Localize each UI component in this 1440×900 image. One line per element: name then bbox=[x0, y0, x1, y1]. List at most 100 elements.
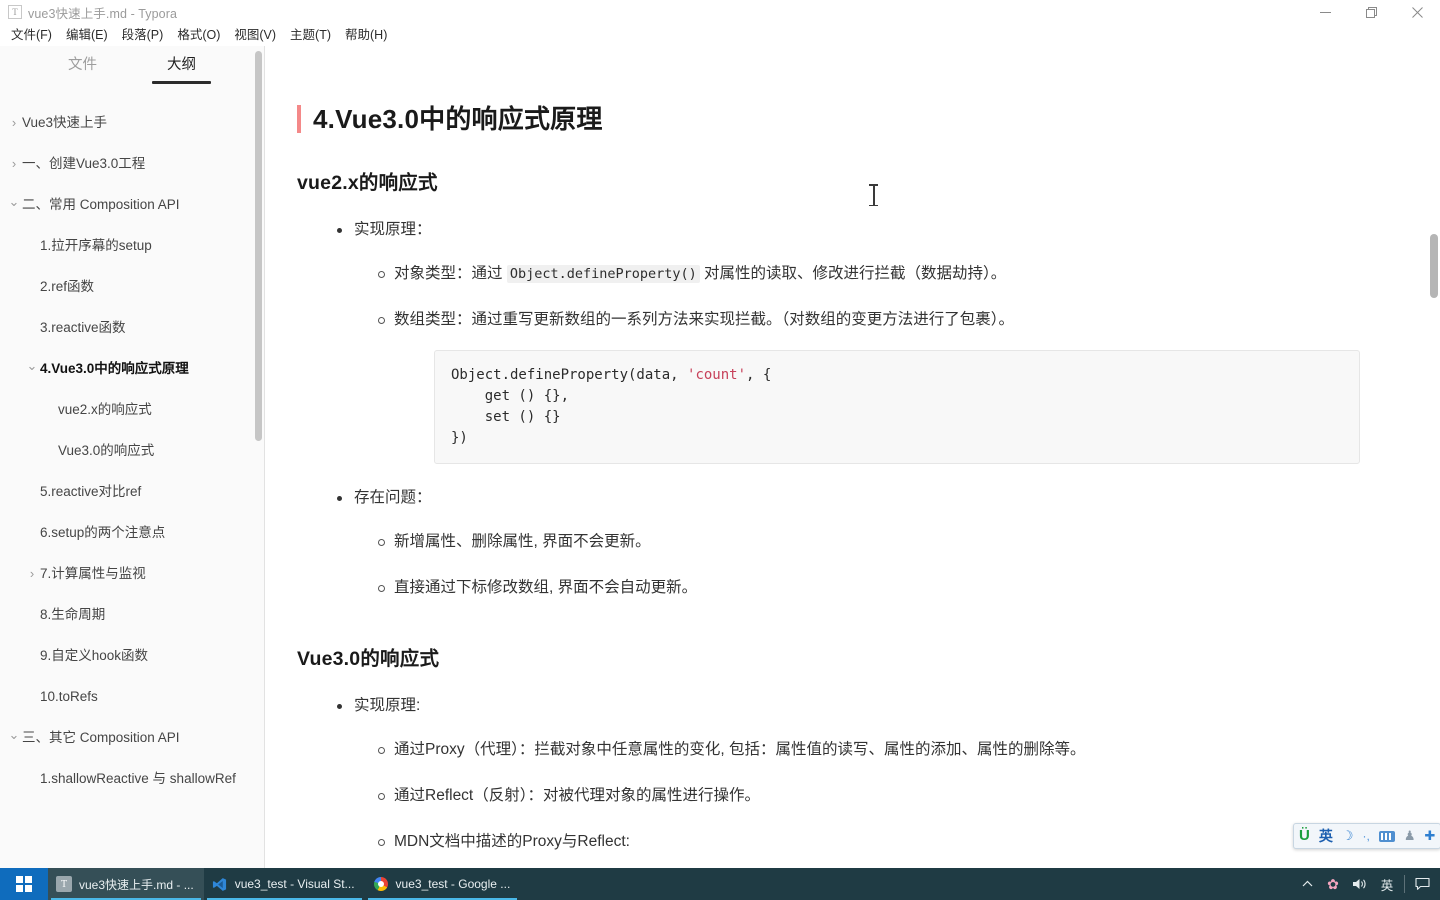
ime-language-icon[interactable]: 英 bbox=[1374, 868, 1400, 900]
tray-divider bbox=[1404, 875, 1405, 893]
bullet-text: MDN文档中描述的Proxy与Reflect: bbox=[394, 833, 630, 850]
outline-item-label: 4.Vue3.0中的响应式原理 bbox=[40, 360, 189, 376]
voice-input-icon[interactable]: ·, bbox=[1363, 828, 1370, 844]
list-item: 存在问题： 新增属性、删除属性, 界面不会更新。 直接通过下标修改数组, 界面不… bbox=[297, 486, 1360, 600]
soft-keyboard-icon[interactable] bbox=[1378, 830, 1395, 842]
editor-area[interactable]: 4.Vue3.0中的响应式原理 vue2.x的响应式 实现原理： 对象类型：通过… bbox=[265, 46, 1440, 900]
sidebar: 文件 大纲 › Vue3快速上手 › 一、创建Vue3.0工程 ⌄ 二、常用 Compos… bbox=[0, 46, 265, 900]
outline-list[interactable]: › Vue3快速上手 › 一、创建Vue3.0工程 ⌄ 二、常用 Composition … bbox=[0, 90, 264, 900]
code-block[interactable]: Object.defineProperty(data, 'count', { g… bbox=[434, 350, 1360, 464]
sidebar-tabs: 文件 大纲 bbox=[0, 46, 264, 90]
taskbar-item-typora[interactable]: T vue3快速上手.md - ... bbox=[48, 868, 204, 900]
outline-item[interactable]: ⌄ 4.Vue3.0中的响应式原理 bbox=[0, 348, 264, 389]
taskbar-item-label: vue3_test - Visual St... bbox=[234, 877, 355, 891]
app-icon: T bbox=[8, 5, 22, 19]
outline-item[interactable]: › Vue3快速上手 bbox=[0, 102, 264, 143]
chevron-down-icon[interactable]: ⌄ bbox=[6, 194, 22, 209]
window-controls bbox=[1302, 0, 1440, 24]
maximize-restore-button[interactable] bbox=[1348, 0, 1394, 24]
editor-scrollbar-thumb[interactable] bbox=[1430, 234, 1438, 298]
chevron-down-icon[interactable]: ⌄ bbox=[24, 358, 40, 373]
list-item: 通过Proxy（代理）：拦截对象中任意属性的变化, 包括：属性值的读写、属性的添… bbox=[354, 738, 1360, 762]
show-hidden-icons-button[interactable] bbox=[1294, 868, 1320, 900]
bullet-text: 直接通过下标修改数组, 界面不会自动更新。 bbox=[394, 579, 698, 596]
outline-item[interactable]: ›Vue3.0的响应式 bbox=[0, 430, 264, 471]
taskbar-item-label: vue3快速上手.md - ... bbox=[79, 877, 194, 892]
windows-taskbar: T vue3快速上手.md - ... vue3_test - Visual S… bbox=[0, 868, 1440, 900]
heading-vue2-reactivity: vue2.x的响应式 bbox=[297, 172, 438, 194]
outline-item-label: 10.toRefs bbox=[40, 688, 98, 704]
outline-item[interactable]: ›8.生命周期 bbox=[0, 594, 264, 635]
bullet-text: 存在问题： bbox=[354, 489, 432, 506]
volume-icon[interactable] bbox=[1346, 868, 1374, 900]
menu-file[interactable]: 文件(F) bbox=[4, 25, 59, 45]
outline-item-label: 9.自定义hook函数 bbox=[40, 647, 149, 663]
outline-item[interactable]: ⌄ 三、其它 Composition API bbox=[0, 717, 264, 758]
sublist-problems: 新增属性、删除属性, 界面不会更新。 直接通过下标修改数组, 界面不会自动更新。 bbox=[354, 530, 1360, 600]
outline-item[interactable]: ›10.toRefs bbox=[0, 676, 264, 717]
menu-paragraph[interactable]: 段落(P) bbox=[115, 25, 171, 45]
outline-item[interactable]: ⌄ 二、常用 Composition API bbox=[0, 184, 264, 225]
sidebar-scrollbar[interactable] bbox=[255, 46, 262, 900]
document-content[interactable]: 4.Vue3.0中的响应式原理 vue2.x的响应式 实现原理： 对象类型：通过… bbox=[265, 46, 1440, 900]
menu-theme[interactable]: 主题(T) bbox=[283, 25, 338, 45]
typora-window: T vue3快速上手.md - Typora 文件(F) 编辑(E) 段落(P) bbox=[0, 0, 1440, 900]
settings-wrench-icon[interactable]: ✚ bbox=[1425, 828, 1436, 844]
code-line-1b: , { bbox=[746, 367, 772, 383]
sogou-logo-icon[interactable]: Ü bbox=[1299, 828, 1310, 844]
minimize-button[interactable] bbox=[1302, 0, 1348, 24]
moon-icon[interactable]: ☽ bbox=[1342, 828, 1354, 844]
chevron-down-icon[interactable]: ⌄ bbox=[6, 727, 22, 742]
taskbar-item-chrome[interactable]: vue3_test - Google ... bbox=[365, 868, 521, 900]
menu-bar: 文件(F) 编辑(E) 段落(P) 格式(O) 视图(V) 主题(T) 帮助(H… bbox=[0, 24, 1440, 46]
outline-item[interactable]: ›1.拉开序幕的setup bbox=[0, 225, 264, 266]
chevron-right-icon[interactable]: › bbox=[6, 154, 22, 174]
list-item: 实现原理： 对象类型：通过 Object.defineProperty() 对属… bbox=[297, 218, 1360, 464]
code-line-2: get () {}, bbox=[451, 388, 570, 404]
code-string: 'count' bbox=[687, 367, 747, 383]
menu-edit[interactable]: 编辑(E) bbox=[59, 25, 115, 45]
code-line-3: set () {} bbox=[451, 409, 561, 425]
outline-item-label: 三、其它 Composition API bbox=[22, 729, 180, 745]
menu-format[interactable]: 格式(O) bbox=[170, 25, 227, 45]
outline-item[interactable]: ›9.自定义hook函数 bbox=[0, 635, 264, 676]
outline-item[interactable]: ›6.setup的两个注意点 bbox=[0, 512, 264, 553]
list-item: 对象类型：通过 Object.defineProperty() 对属性的读取、修… bbox=[354, 262, 1360, 286]
outline-item[interactable]: ›1.shallowReactive 与 shallowRef bbox=[0, 758, 264, 799]
outline-item[interactable]: ›2.ref函数 bbox=[0, 266, 264, 307]
bullet-text: 通过Reflect（反射）：对被代理对象的属性进行操作。 bbox=[394, 787, 760, 804]
list-item: 直接通过下标修改数组, 界面不会自动更新。 bbox=[354, 576, 1360, 600]
outline-item[interactable]: ›3.reactive函数 bbox=[0, 307, 264, 348]
editor-scrollbar[interactable] bbox=[1430, 46, 1438, 900]
windows-logo-icon bbox=[16, 876, 32, 892]
ime-floating-toolbar[interactable]: Ü 英 ☽ ·, ♟ ✚ bbox=[1293, 823, 1440, 849]
sidebar-scrollbar-thumb[interactable] bbox=[255, 51, 262, 441]
sogou-tray-icon[interactable]: ✿ bbox=[1320, 868, 1346, 900]
start-button[interactable] bbox=[0, 868, 48, 900]
user-icon[interactable]: ♟ bbox=[1404, 828, 1416, 844]
sublist-principle: 对象类型：通过 Object.defineProperty() 对属性的读取、修… bbox=[354, 262, 1360, 464]
close-button[interactable] bbox=[1394, 0, 1440, 24]
system-tray: ✿ 英 bbox=[1294, 868, 1440, 900]
outline-item-label: Vue3.0的响应式 bbox=[58, 442, 155, 458]
outline-item-label: 1.拉开序幕的setup bbox=[40, 237, 152, 253]
visual-studio-code-icon bbox=[212, 876, 228, 892]
outline-item[interactable]: › 7.计算属性与监视 bbox=[0, 553, 264, 594]
outline-item-label: 5.reactive对比ref bbox=[40, 483, 142, 499]
language-mode-icon[interactable]: 英 bbox=[1319, 828, 1333, 844]
outline-item[interactable]: ›vue2.x的响应式 bbox=[0, 389, 264, 430]
menu-view[interactable]: 视图(V) bbox=[227, 25, 283, 45]
menu-help[interactable]: 帮助(H) bbox=[338, 25, 394, 45]
tab-outline[interactable]: 大纲 bbox=[152, 52, 211, 84]
outline-item-label: 1.shallowReactive 与 shallowRef bbox=[40, 770, 236, 786]
chevron-right-icon[interactable]: › bbox=[6, 113, 22, 133]
outline-item[interactable]: ›5.reactive对比ref bbox=[0, 471, 264, 512]
action-center-icon[interactable] bbox=[1409, 868, 1436, 900]
taskbar-item-vscode[interactable]: vue3_test - Visual St... bbox=[204, 868, 365, 900]
code-line-4: }) bbox=[451, 430, 468, 446]
chevron-right-icon[interactable]: › bbox=[24, 564, 40, 584]
bullet-text-pre: 对象类型：通过 bbox=[394, 265, 507, 282]
outline-item[interactable]: › 一、创建Vue3.0工程 bbox=[0, 143, 264, 184]
outline-item-label: 一、创建Vue3.0工程 bbox=[22, 155, 146, 171]
tab-files[interactable]: 文件 bbox=[66, 52, 99, 84]
